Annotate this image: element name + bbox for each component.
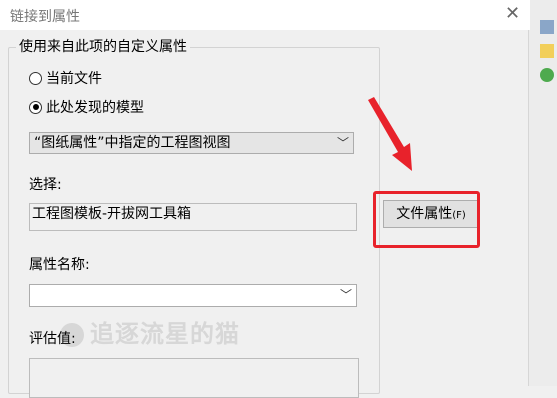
toolbar-doc-icon[interactable] <box>540 20 554 34</box>
chevron-down-icon: ﹀ <box>339 288 352 302</box>
selected-item-value: 工程图模板-开拔网工具箱 <box>32 206 192 222</box>
evaluated-value-label: 评估值: <box>29 331 76 347</box>
radio-current-file[interactable]: 当前文件 <box>29 68 102 88</box>
radio-circle-unchecked[interactable] <box>29 71 42 85</box>
selected-item-field: 工程图模板-开拔网工具箱 <box>29 203 357 231</box>
radio-label: 此处发现的模型 <box>46 100 144 116</box>
select-label: 选择: <box>29 177 62 193</box>
close-icon[interactable]: ✕ <box>495 0 530 30</box>
watermark-text: 追逐流星的猫 <box>90 320 240 348</box>
property-name-dropdown[interactable]: ﹀ <box>29 284 357 307</box>
property-name-label: 属性名称: <box>29 257 90 273</box>
red-arrow-icon <box>368 97 412 171</box>
radio-circle-checked[interactable] <box>29 100 42 114</box>
evaluated-value-field <box>29 358 359 398</box>
window-title: 链接到属性 <box>10 9 80 25</box>
radio-label: 当前文件 <box>46 71 102 87</box>
radio-model-found-here[interactable]: 此处发现的模型 <box>29 97 144 117</box>
dropdown-value: “图纸属性”中指定的工程图视图 <box>34 135 231 151</box>
model-source-dropdown[interactable]: “图纸属性”中指定的工程图视图 ﹀ <box>29 132 354 154</box>
chevron-down-icon: ﹀ <box>336 136 349 150</box>
title-bar: 链接到属性 ✕ <box>0 0 530 30</box>
watermark: 追逐流星的猫 <box>60 314 240 349</box>
group-label: 使用来自此项的自定义属性 <box>16 36 190 56</box>
red-highlight-box <box>373 191 480 248</box>
toolbar-refresh-icon[interactable] <box>540 68 554 82</box>
toolbar-note-icon[interactable] <box>540 44 554 58</box>
